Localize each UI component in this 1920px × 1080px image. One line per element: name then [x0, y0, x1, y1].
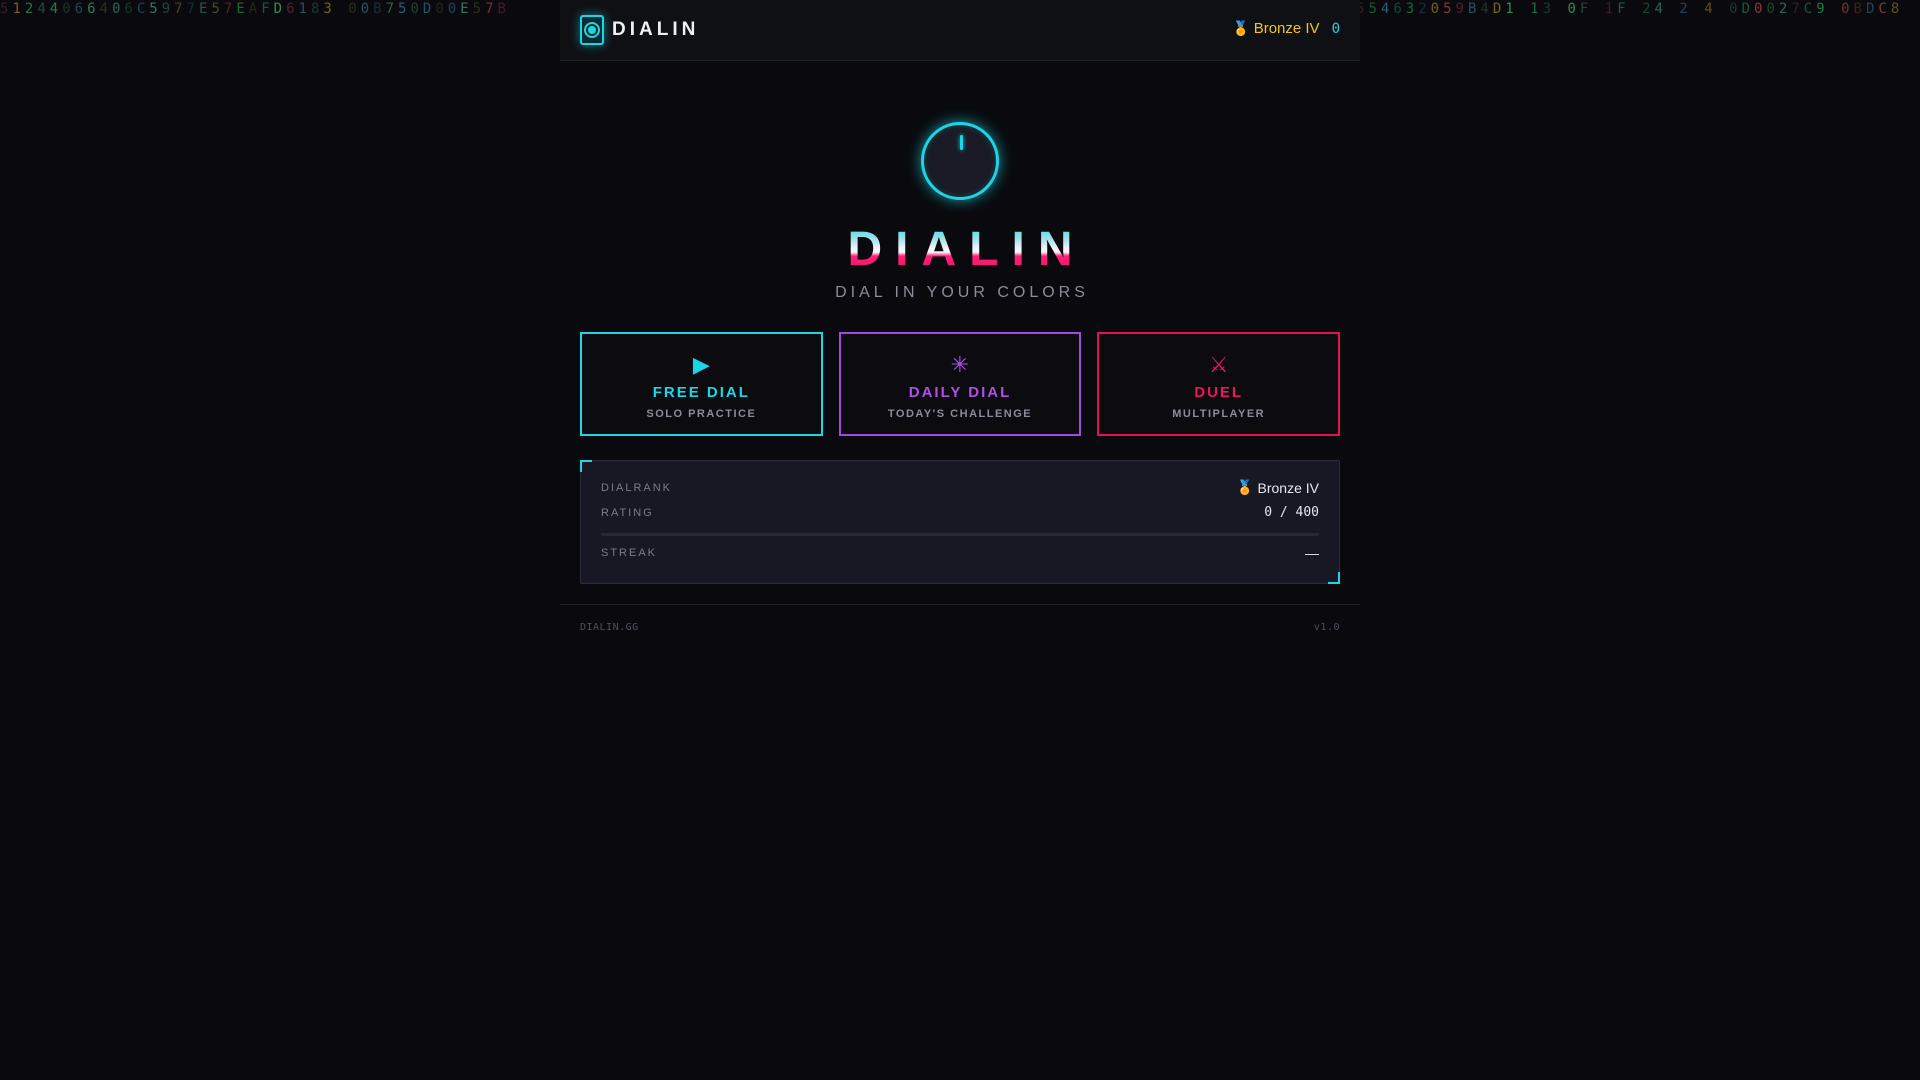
free-dial-button[interactable]: ▶ FREE DIAL SOLO PRACTICE — [580, 332, 823, 436]
dialrank-label: DIALRANK — [601, 481, 673, 494]
mode-subtitle: TODAY'S CHALLENGE — [887, 408, 1033, 420]
player-stats-panel: DIALRANK 🏅 Bronze IV RATING 0 / 400 STRE… — [580, 460, 1340, 584]
footer-divider — [560, 604, 1360, 605]
logo-text: DIALIN — [612, 19, 700, 40]
footer-site[interactable]: DIALIN.GG — [580, 622, 639, 633]
rating-progress-bar — [601, 533, 1319, 536]
dial-needle — [960, 135, 963, 150]
logo[interactable]: DIALIN — [580, 15, 699, 45]
streak-row: STREAK — — [601, 545, 1319, 561]
hex-rain-segment: 554632059B4D1 13 0F 1F 24 2 4 0D0027C9 0… — [1356, 1, 1904, 17]
mode-label: FREE DIAL — [652, 384, 750, 401]
corner-accent — [1328, 572, 1340, 584]
footer-version: v1.0 — [1313, 622, 1340, 633]
mode-label: DUEL — [1194, 384, 1244, 401]
mode-subtitle: MULTIPLAYER — [1172, 408, 1266, 420]
streak-label: STREAK — [601, 547, 658, 559]
streak-value: — — [1305, 545, 1319, 561]
rating-score: 0 — [1331, 20, 1340, 37]
rank-badge: 🏅 Bronze IV — [1232, 20, 1319, 37]
rating-value: 0 / 400 — [1264, 505, 1319, 520]
rating-label: RATING — [601, 506, 654, 519]
play-icon: ▶ — [692, 352, 710, 377]
topbar-status: 🏅 Bronze IV 0 — [1232, 20, 1340, 37]
dial-knob-icon — [921, 122, 999, 200]
corner-accent — [580, 460, 592, 472]
top-bar: DIALIN 🏅 Bronze IV 0 — [560, 0, 1360, 61]
game-modes: ▶ FREE DIAL SOLO PRACTICE ✳ DAILY DIAL T… — [580, 332, 1341, 436]
dialrank-row: DIALRANK 🏅 Bronze IV — [601, 479, 1319, 496]
medal-icon: 🏅 — [1232, 20, 1250, 36]
dialrank-value: 🏅 Bronze IV — [1236, 479, 1319, 496]
rating-row: RATING 0 / 400 — [601, 505, 1319, 520]
app-container: DIALIN 🏅 Bronze IV 0 DIALIN DIAL IN YOUR… — [560, 0, 1360, 660]
dialrank-text: Bronze IV — [1257, 479, 1319, 496]
duel-button[interactable]: ⚔ DUEL MULTIPLAYER — [1097, 332, 1341, 436]
dial-logo-icon — [580, 15, 604, 45]
hero-tagline: DIAL IN YOUR COLORS — [835, 284, 1089, 301]
sparkle-icon: ✳ — [950, 352, 970, 377]
mode-label: DAILY DIAL — [908, 384, 1012, 401]
hero-title: DIALIN — [560, 222, 1360, 277]
daily-dial-button[interactable]: ✳ DAILY DIAL TODAY'S CHALLENGE — [838, 332, 1082, 436]
hex-rain-segment: 51244066406C5977E57EAFD6183 00B750D00E57… — [0, 1, 510, 17]
medal-icon: 🏅 — [1236, 479, 1254, 495]
rank-text: Bronze IV — [1253, 20, 1320, 37]
mode-subtitle: SOLO PRACTICE — [646, 408, 757, 420]
crossed-swords-icon: ⚔ — [1208, 352, 1229, 377]
